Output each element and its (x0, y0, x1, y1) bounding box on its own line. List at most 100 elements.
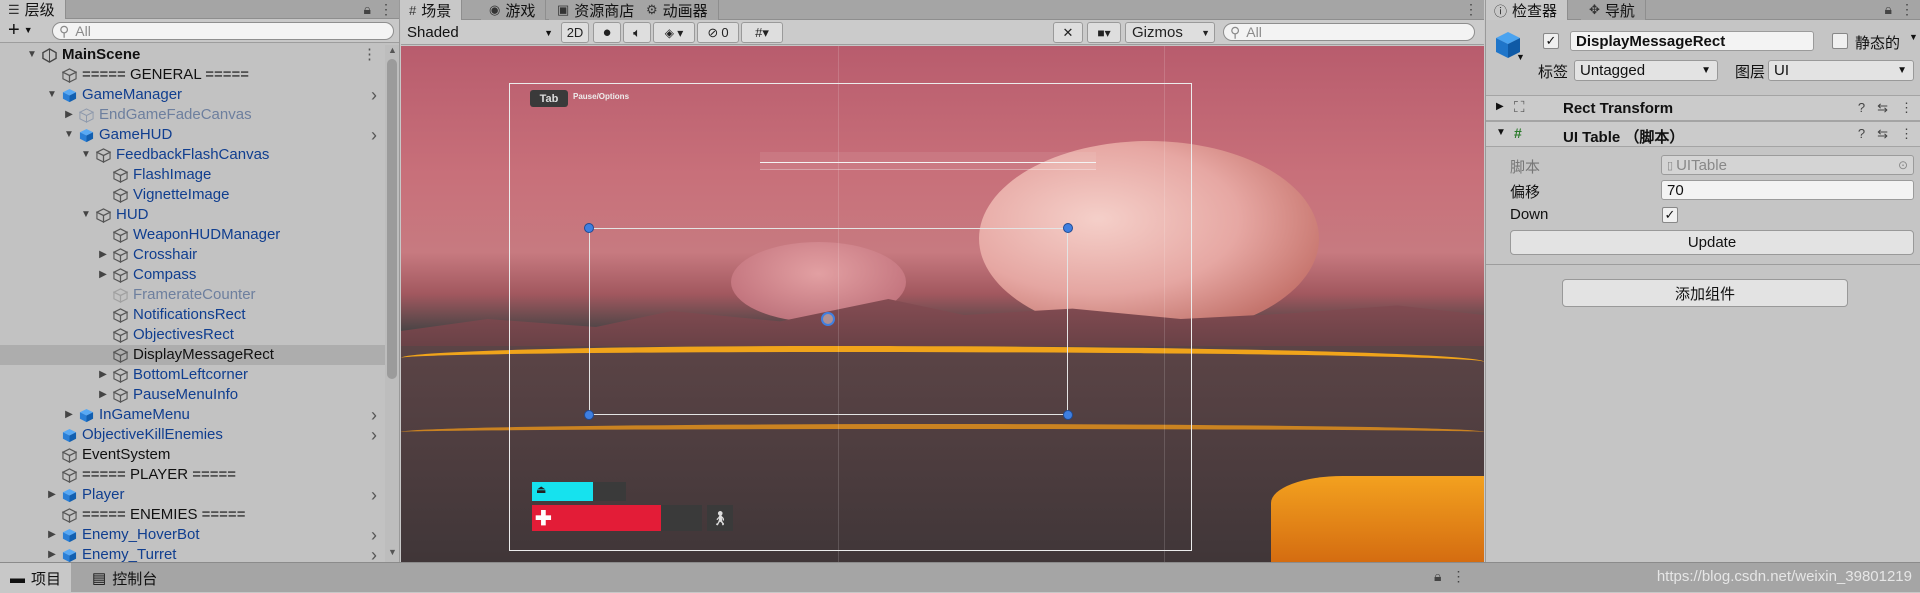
more-menu-icon[interactable]: ⋮ (379, 1, 393, 18)
lock-icon[interactable]: 🔒︎ (364, 1, 371, 18)
hierarchy-item[interactable]: DisplayMessageRect (0, 345, 385, 365)
shading-mode-dropdown[interactable]: Shaded ▼ (407, 22, 555, 43)
hierarchy-item[interactable]: ===== PLAYER ===== (0, 465, 385, 485)
hierarchy-item[interactable]: ▶ Player › (0, 485, 385, 505)
expand-down-icon[interactable]: ▼ (80, 205, 92, 225)
down-checkbox[interactable]: ✓ (1662, 207, 1678, 223)
lock-icon[interactable]: 🔒︎ (1885, 1, 1892, 18)
expand-down-icon[interactable]: ▼ (26, 45, 38, 65)
offset-field[interactable]: 70 (1661, 180, 1914, 200)
tab-scene-2[interactable]: ▣ 资源商店 (549, 0, 646, 20)
scrollbar-thumb[interactable] (387, 59, 397, 379)
hierarchy-item[interactable]: ▶ EndGameFadeCanvas (0, 105, 385, 125)
lighting-toggle-button[interactable]: ● (593, 22, 621, 43)
help-icon[interactable]: ? (1858, 126, 1865, 142)
hierarchy-item[interactable]: ObjectiveKillEnemies › (0, 425, 385, 445)
grid-snap-dropdown[interactable]: #▾ (741, 22, 783, 43)
tab-inspector-1[interactable]: ✥ 导航 (1581, 0, 1646, 20)
resize-handle[interactable] (584, 410, 594, 420)
object-name-field[interactable]: DisplayMessageRect (1570, 31, 1814, 51)
active-checkbox[interactable]: ✓ (1543, 33, 1559, 49)
hierarchy-item[interactable]: FramerateCounter (0, 285, 385, 305)
hierarchy-item[interactable]: ▶ BottomLeftcorner (0, 365, 385, 385)
hierarchy-item[interactable]: WeaponHUDManager (0, 225, 385, 245)
chevron-right-icon[interactable]: › (371, 405, 377, 425)
preset-icon[interactable]: ⇆ (1877, 126, 1888, 142)
expand-right-icon[interactable]: ▶ (97, 245, 109, 265)
hierarchy-item[interactable]: EventSystem (0, 445, 385, 465)
expand-right-icon[interactable]: ▶ (97, 365, 109, 385)
hierarchy-item[interactable]: NotificationsRect (0, 305, 385, 325)
scene-viewport[interactable]: Tab Pause/Options ⏏ ✚ 🚶︎ (401, 46, 1484, 562)
hierarchy-item[interactable]: ▼ MainScene ⋮ (0, 45, 385, 65)
gizmos-dropdown[interactable]: Gizmos ▼ (1125, 22, 1215, 43)
expand-right-icon[interactable]: ▶ (46, 485, 58, 505)
expand-right-icon[interactable]: ▶ (46, 545, 58, 562)
expand-right-icon[interactable]: ▶ (46, 525, 58, 545)
chevron-right-icon[interactable]: › (371, 425, 377, 445)
expand-down-icon[interactable]: ▼ (46, 85, 58, 105)
more-menu-icon[interactable]: ⋮ (1464, 1, 1478, 18)
hierarchy-item[interactable]: ▶ InGameMenu › (0, 405, 385, 425)
hierarchy-scrollbar[interactable]: ▲ ▼ (385, 45, 399, 562)
2d-toggle-button[interactable]: 2D (561, 22, 589, 43)
more-menu-icon[interactable]: ⋮ (1451, 568, 1465, 585)
add-button[interactable]: + ▼ (8, 20, 33, 40)
hierarchy-item[interactable]: ▶ Enemy_HoverBot › (0, 525, 385, 545)
more-menu-icon[interactable]: ⋮ (1900, 100, 1913, 116)
preset-icon[interactable]: ⇆ (1877, 100, 1888, 116)
expand-right-icon[interactable]: ▶ (63, 405, 75, 425)
resize-handle[interactable] (584, 223, 594, 233)
resize-handle[interactable] (1063, 410, 1073, 420)
expand-right-icon[interactable]: ▶ (97, 385, 109, 405)
resize-handle[interactable] (1063, 223, 1073, 233)
chevron-right-icon[interactable]: › (371, 485, 377, 505)
tab-inspector-0[interactable]: ⓘ 检查器 (1486, 0, 1569, 20)
more-menu-icon[interactable]: ⋮ (1900, 1, 1914, 18)
more-menu-icon[interactable]: ⋮ (1900, 126, 1913, 142)
static-checkbox[interactable] (1832, 33, 1848, 49)
object-picker-icon[interactable]: ⊙ (1898, 158, 1908, 172)
audio-toggle-button[interactable]: 🔈︎ (623, 22, 651, 43)
tab-scene-0[interactable]: # 场景 (401, 0, 463, 20)
tag-dropdown[interactable]: Untagged ▼ (1574, 60, 1718, 81)
hierarchy-item[interactable]: ▼ FeedbackFlashCanvas (0, 145, 385, 165)
hierarchy-item[interactable]: ===== GENERAL ===== (0, 65, 385, 85)
hierarchy-item[interactable]: ▶ Compass (0, 265, 385, 285)
chevron-right-icon[interactable]: › (371, 545, 377, 562)
hierarchy-item[interactable]: ▼ GameHUD › (0, 125, 385, 145)
lock-icon[interactable]: 🔒︎ (1434, 568, 1441, 585)
scroll-up-icon[interactable]: ▲ (388, 45, 397, 55)
tools-button[interactable]: ✕ (1053, 22, 1083, 43)
hierarchy-item[interactable]: ▶ Enemy_Turret › (0, 545, 385, 562)
hierarchy-item[interactable]: ▶ Crosshair (0, 245, 385, 265)
scene-search-input[interactable]: ⚲ All (1223, 23, 1475, 41)
effects-dropdown[interactable]: ◈ ▾ (653, 22, 695, 43)
help-icon[interactable]: ? (1858, 100, 1865, 116)
hierarchy-item[interactable]: FlashImage (0, 165, 385, 185)
component-ui-table[interactable]: ▼ # UI Table （脚本） ? ⇆ ⋮ (1486, 121, 1920, 147)
hierarchy-item[interactable]: ===== ENEMIES ===== (0, 505, 385, 525)
hierarchy-item[interactable]: VignetteImage (0, 185, 385, 205)
layer-dropdown[interactable]: UI ▼ (1768, 60, 1914, 81)
camera-dropdown[interactable]: ■▾ (1087, 22, 1121, 43)
more-menu-icon[interactable]: ⋮ (362, 45, 377, 65)
tab-hierarchy[interactable]: ☰ 层级 (0, 0, 66, 19)
chevron-right-icon[interactable]: › (371, 525, 377, 545)
scroll-down-icon[interactable]: ▼ (388, 547, 397, 557)
pivot-handle[interactable] (821, 312, 835, 326)
tab-project[interactable]: ▬ 项目 (0, 563, 72, 593)
update-button[interactable]: Update (1510, 230, 1914, 255)
component-rect-transform[interactable]: ▶ ⛶ Rect Transform ? ⇆ ⋮ (1486, 95, 1920, 121)
expand-right-icon[interactable]: ▶ (97, 265, 109, 285)
expand-down-icon[interactable]: ▼ (63, 125, 75, 145)
tab-scene-1[interactable]: ◉ 游戏 (481, 0, 547, 20)
tab-console[interactable]: ▤ 控制台 (82, 563, 167, 593)
hierarchy-item[interactable]: ▶ PauseMenuInfo (0, 385, 385, 405)
expand-right-icon[interactable]: ▶ (63, 105, 75, 125)
hierarchy-item[interactable]: ▼ GameManager › (0, 85, 385, 105)
chevron-right-icon[interactable]: › (371, 85, 377, 105)
add-component-button[interactable]: 添加组件 (1562, 279, 1848, 307)
chevron-right-icon[interactable]: › (371, 125, 377, 145)
hidden-objects-button[interactable]: ⊘ 0 (697, 22, 739, 43)
